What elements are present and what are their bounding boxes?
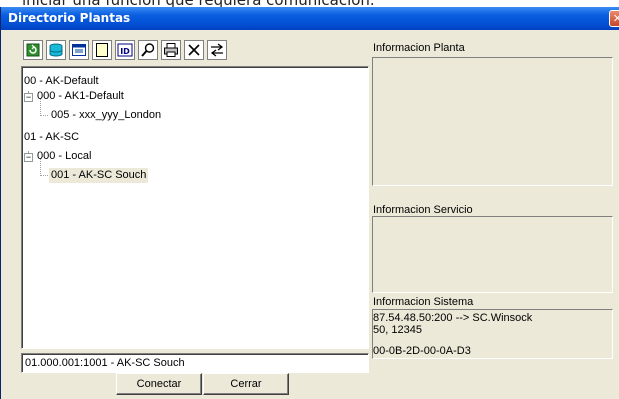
print-button[interactable] — [161, 40, 181, 60]
blank-page-icon — [96, 43, 108, 57]
database-icon — [49, 43, 63, 57]
tree-node[interactable]: 000 - AK1-Default — [35, 89, 126, 104]
print-icon — [164, 43, 178, 57]
close-window-button[interactable]: ✕ — [609, 10, 619, 27]
close-button[interactable]: Cerrar — [203, 373, 289, 395]
page: iniciar una función que requiera comunic… — [0, 0, 619, 399]
tree-node[interactable]: 000 - Local — [35, 149, 93, 164]
tree-node-label: 005 - xxx_yyy_London — [51, 109, 162, 121]
selected-plant-value: 01.000.001:1001 - AK-SC Souch — [25, 357, 185, 369]
id-button[interactable]: ID — [115, 40, 135, 60]
window-title: Directorio Plantas — [8, 11, 131, 25]
transfer-icon — [210, 43, 224, 57]
refresh-icon — [26, 43, 40, 57]
close-icon: ✕ — [612, 12, 619, 25]
plant-info-label: Informacion Planta — [373, 42, 465, 54]
tree-node[interactable]: 00 - AK-Default — [22, 74, 101, 89]
toolbar: ID — [23, 40, 227, 62]
id-icon-text: ID — [120, 47, 130, 56]
system-info-label: Informacion Sistema — [373, 296, 474, 308]
selected-plant-field[interactable]: 01.000.001:1001 - AK-SC Souch — [21, 353, 369, 373]
service-info-box — [372, 216, 613, 293]
tree-node[interactable]: 01 - AK-SC — [22, 130, 81, 145]
search-icon — [141, 43, 155, 57]
tree-node-label: 001 - AK-SC Souch — [51, 169, 147, 181]
system-info-line: 87.54.48.50:200 --> SC.Winsock — [373, 312, 533, 324]
tree-node[interactable]: 005 - xxx_yyy_London — [49, 108, 163, 123]
tree-node-label: 000 - AK1-Default — [37, 90, 124, 102]
id-icon: ID — [117, 43, 133, 57]
search-button[interactable] — [138, 40, 158, 60]
database-button[interactable] — [46, 40, 66, 60]
title-bar[interactable]: Directorio Plantas ✕ — [1, 7, 619, 30]
tree-connector — [40, 115, 48, 116]
plant-tree-view[interactable]: 00 - AK-Default − 000 - AK1-Default 005 … — [21, 66, 369, 349]
system-info-line: 50, 12345 — [373, 324, 422, 336]
tree-node-selected[interactable]: 001 - AK-SC Souch — [49, 168, 149, 183]
plant-info-box — [372, 57, 613, 186]
connect-button[interactable]: Conectar — [116, 373, 202, 395]
window-icon — [72, 44, 86, 56]
window-button[interactable] — [69, 40, 89, 60]
blank-page-button[interactable] — [92, 40, 112, 60]
tree-node-label: 01 - AK-SC — [24, 131, 80, 143]
delete-button[interactable] — [184, 40, 204, 60]
tree-node-label: 000 - Local — [37, 150, 92, 162]
collapse-icon[interactable]: − — [24, 153, 33, 162]
service-info-label: Informacion Servicio — [373, 204, 473, 216]
system-info-line: 00-0B-2D-00-0A-D3 — [373, 345, 471, 357]
delete-icon — [188, 44, 200, 56]
refresh-button[interactable] — [23, 40, 43, 60]
collapse-icon[interactable]: − — [24, 93, 33, 102]
directorio-plantas-dialog: Directorio Plantas ✕ ID 00 - AK-Default … — [0, 7, 619, 399]
transfer-button[interactable] — [207, 40, 227, 60]
tree-connector — [40, 175, 48, 176]
tree-node-label: 00 - AK-Default — [24, 75, 99, 87]
